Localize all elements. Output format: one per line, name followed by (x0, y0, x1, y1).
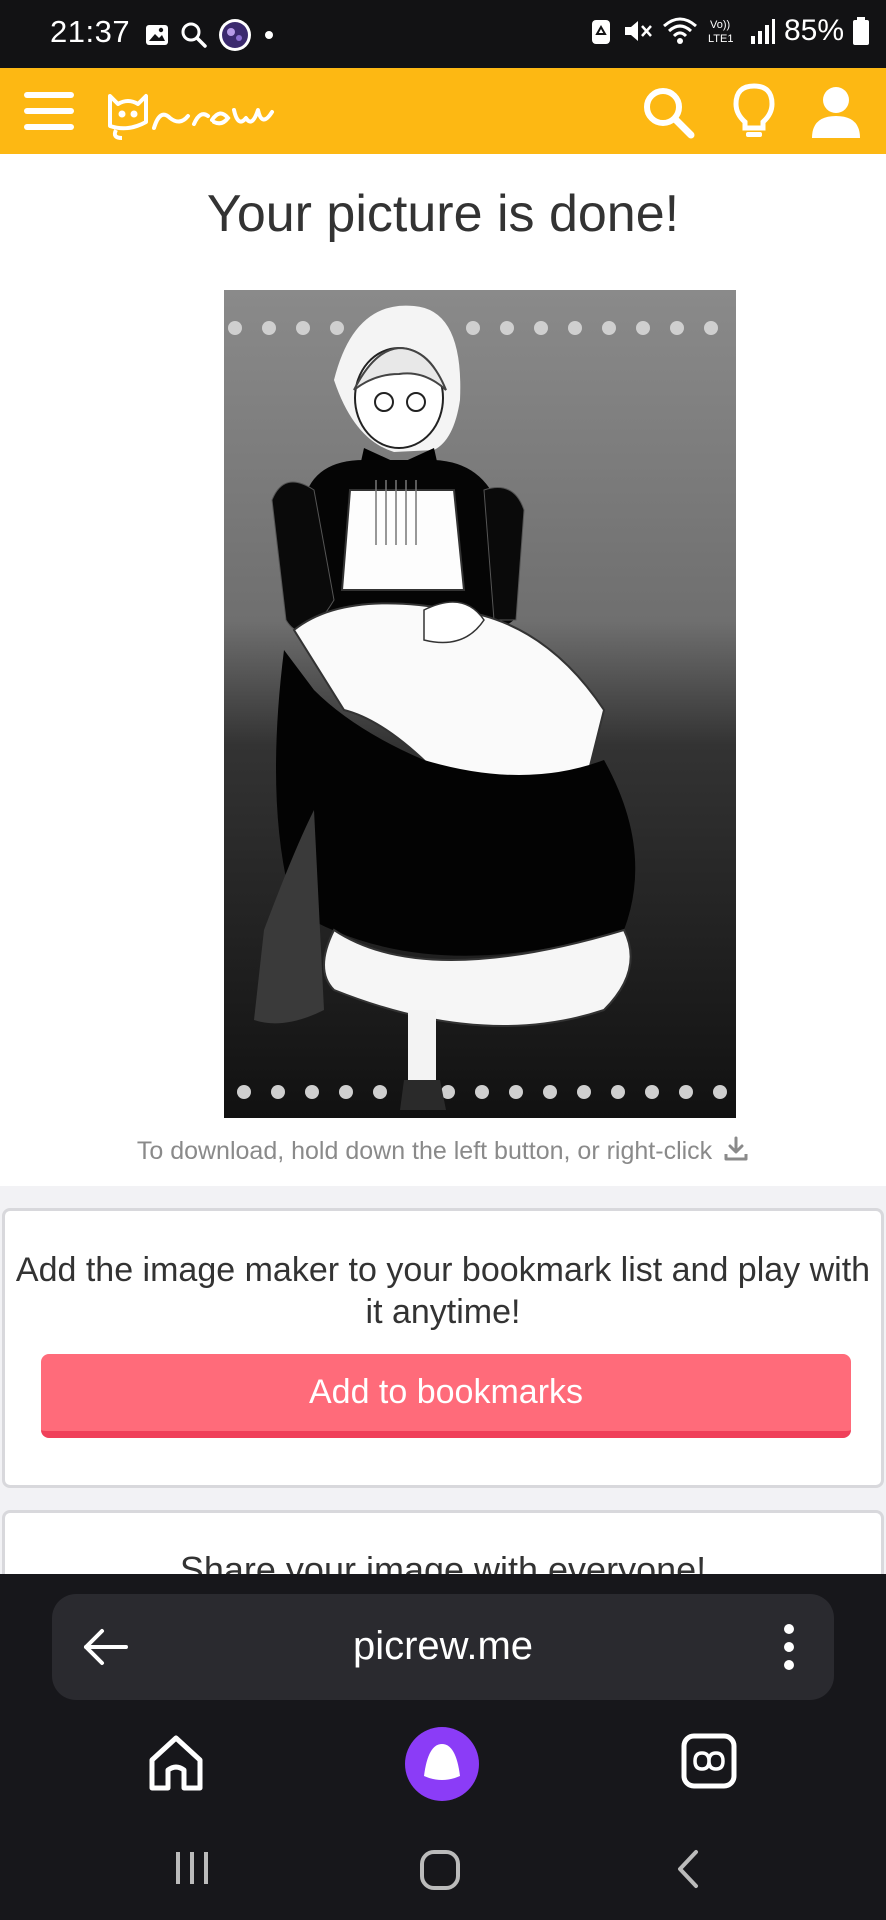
share-card-text: Share your image with everyone! (179, 1549, 707, 1574)
status-bar: 21:37 Vo)) LTE1 85% (0, 0, 886, 68)
share-card: Share your image with everyone! (2, 1510, 884, 1574)
back-chevron-icon[interactable] (672, 1848, 702, 1890)
signal-icon (750, 19, 775, 44)
gallery-icon (146, 25, 168, 45)
recycle-icon (591, 20, 610, 44)
page-content: Your picture is done! To download, hold … (0, 154, 886, 1574)
download-hint-text: To download, hold down the left button, … (136, 1137, 713, 1165)
tabs-icon[interactable] (680, 1732, 738, 1790)
search-icon[interactable] (640, 84, 696, 140)
svg-text:LTE1: LTE1 (708, 33, 733, 45)
battery-icon (853, 17, 869, 45)
wifi-icon (662, 17, 697, 44)
assistant-icon[interactable] (404, 1726, 480, 1802)
status-time: 21:37 (50, 14, 131, 49)
bookmark-card: Add the image maker to your bookmark lis… (2, 1208, 884, 1488)
battery-level: 85% (783, 14, 844, 47)
svg-text:Vo)): Vo)) (710, 19, 730, 31)
browser-toolbar: picrew.me (0, 1574, 886, 1920)
page-title: Your picture is done! (206, 185, 680, 243)
volte-icon: Vo)) LTE1 (708, 19, 733, 45)
url-bar[interactable]: picrew.me (52, 1594, 834, 1700)
search-icon (181, 22, 207, 48)
user-icon[interactable] (806, 82, 866, 142)
generated-picture[interactable] (224, 290, 736, 1118)
status-icons-right: Vo)) LTE1 85% (588, 14, 870, 48)
more-vertical-icon[interactable] (782, 1622, 796, 1672)
dot-icon (265, 31, 273, 39)
url-text[interactable]: picrew.me (52, 1624, 834, 1669)
status-icons-left (144, 18, 276, 52)
home-circle-icon[interactable] (418, 1848, 462, 1892)
home-icon[interactable] (144, 1732, 208, 1794)
lightbulb-icon[interactable] (728, 82, 780, 142)
picrew-logo[interactable] (104, 82, 279, 142)
download-hint: To download, hold down the left button, … (0, 1136, 886, 1166)
recent-apps-icon[interactable] (172, 1848, 212, 1888)
add-to-bookmarks-button[interactable]: Add to bookmarks (41, 1354, 851, 1438)
bookmark-card-text: Add the image maker to your bookmark lis… (15, 1251, 871, 1331)
download-icon (724, 1136, 748, 1161)
app-avatar-icon (219, 19, 251, 51)
menu-icon[interactable] (22, 87, 76, 135)
app-header (0, 68, 886, 154)
mute-icon (624, 21, 652, 41)
